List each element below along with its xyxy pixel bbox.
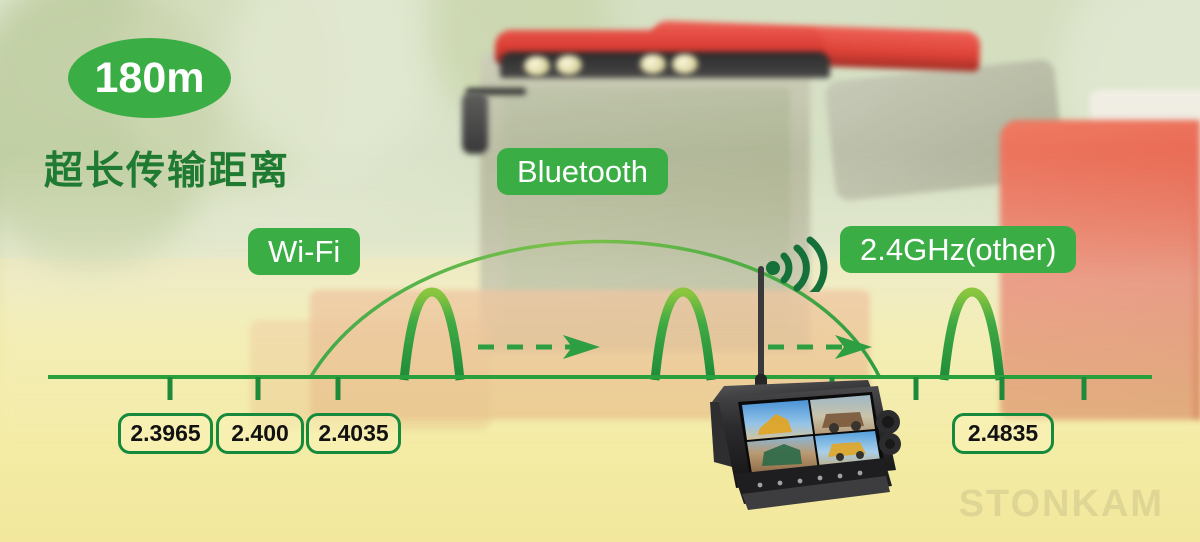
- direction-arrow: [478, 335, 600, 359]
- distance-badge-label: 180m: [94, 53, 205, 102]
- distance-badge: 180m: [68, 38, 231, 118]
- promo-banner: STONKAM 180m 超长传输距离 Wi-Fi Bluetooth 2.4G…: [0, 0, 1200, 542]
- vehicle-monitor-device: [700, 262, 910, 520]
- channel-lobe: [939, 287, 1005, 381]
- frequency-label: 2.4835: [952, 413, 1054, 454]
- channel-lobe: [399, 287, 465, 381]
- protocol-label-other-24ghz: 2.4GHz(other): [840, 226, 1077, 273]
- protocol-label-wifi: Wi-Fi: [248, 228, 361, 275]
- signal-wave-icon: [766, 236, 828, 292]
- frequency-label: 2.400: [216, 413, 304, 454]
- banner-subtitle: 超长传输距离: [44, 149, 291, 194]
- axis-ticks: [167, 377, 1087, 400]
- frequency-label: 2.3965: [118, 413, 213, 454]
- protocol-label-bluetooth: Bluetooth: [497, 148, 668, 195]
- frequency-label: 2.4035: [306, 413, 401, 454]
